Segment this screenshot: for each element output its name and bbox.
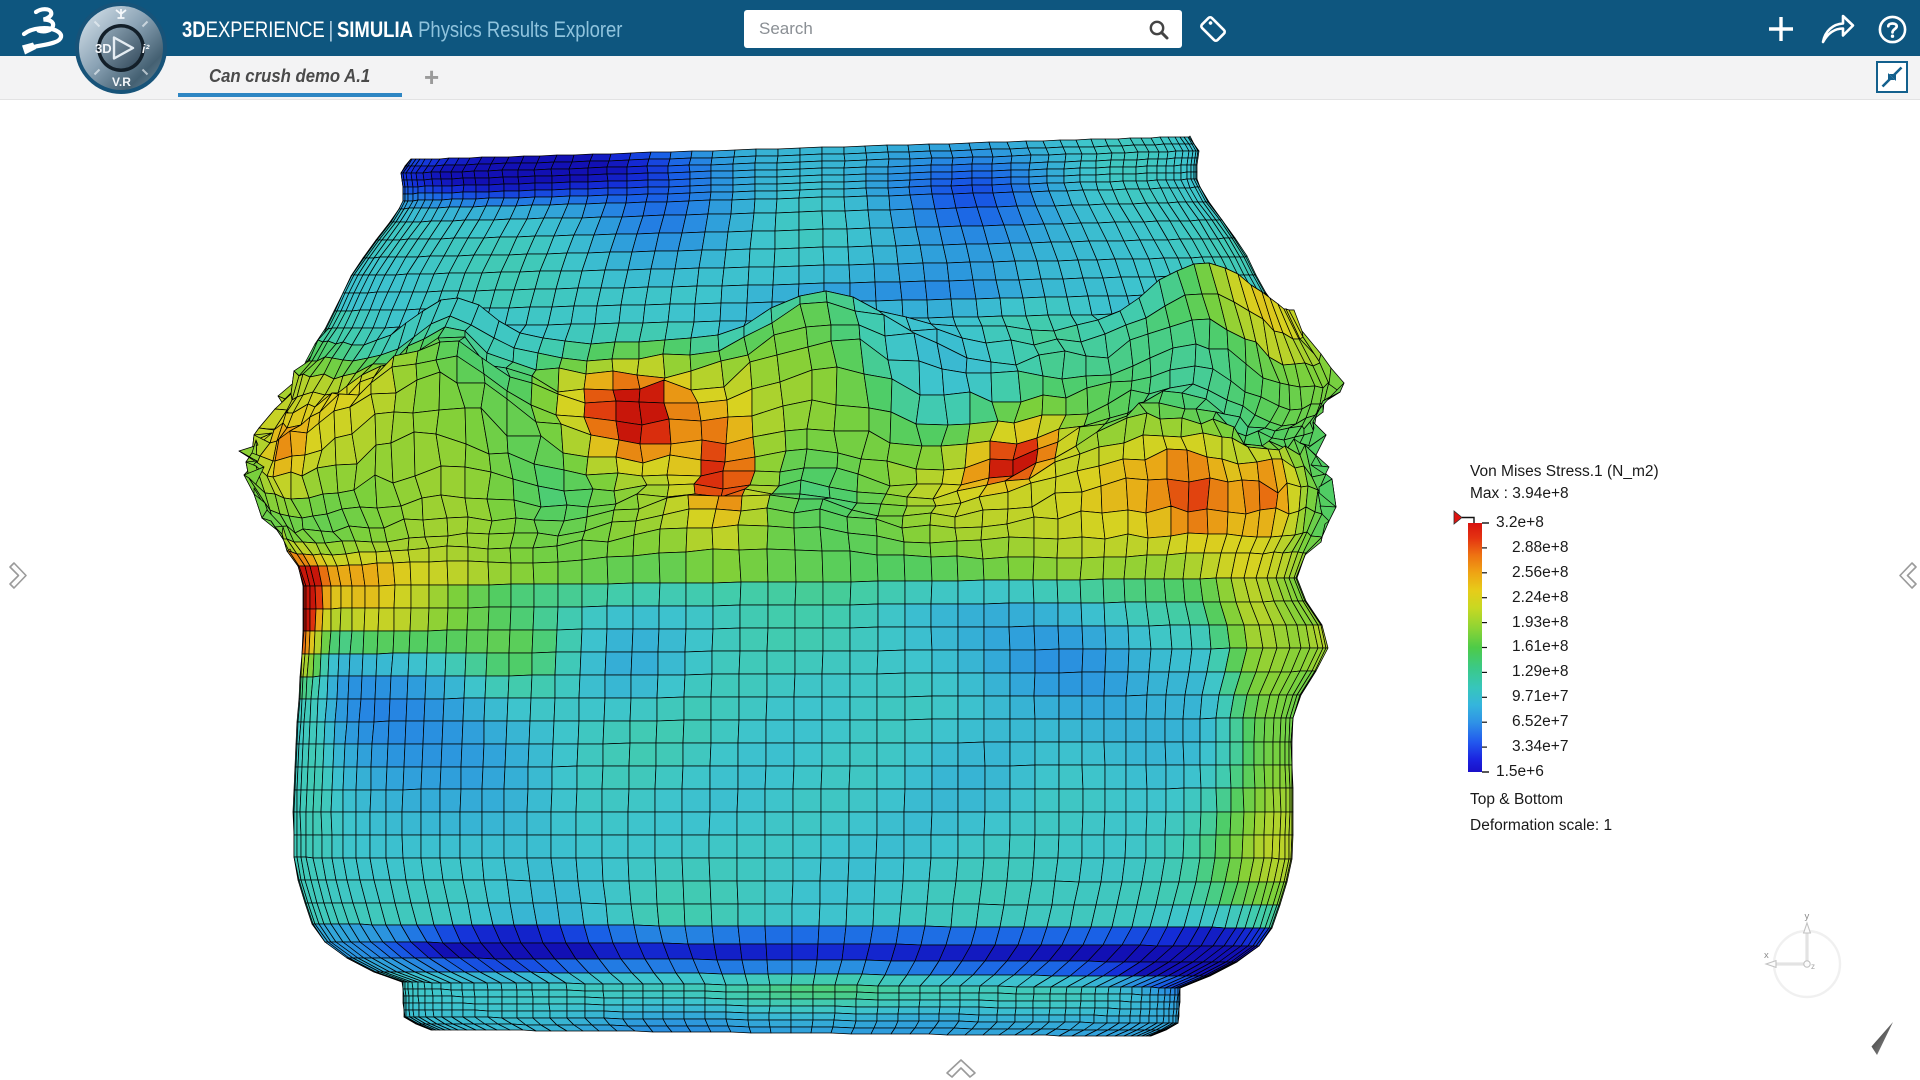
svg-text:z: z — [1811, 962, 1815, 971]
svg-text:y: y — [1805, 911, 1810, 922]
svg-text:V.R: V.R — [112, 75, 131, 89]
svg-text:3D: 3D — [95, 41, 112, 56]
svg-text:x: x — [1764, 950, 1769, 961]
svg-text:i²: i² — [142, 42, 150, 56]
